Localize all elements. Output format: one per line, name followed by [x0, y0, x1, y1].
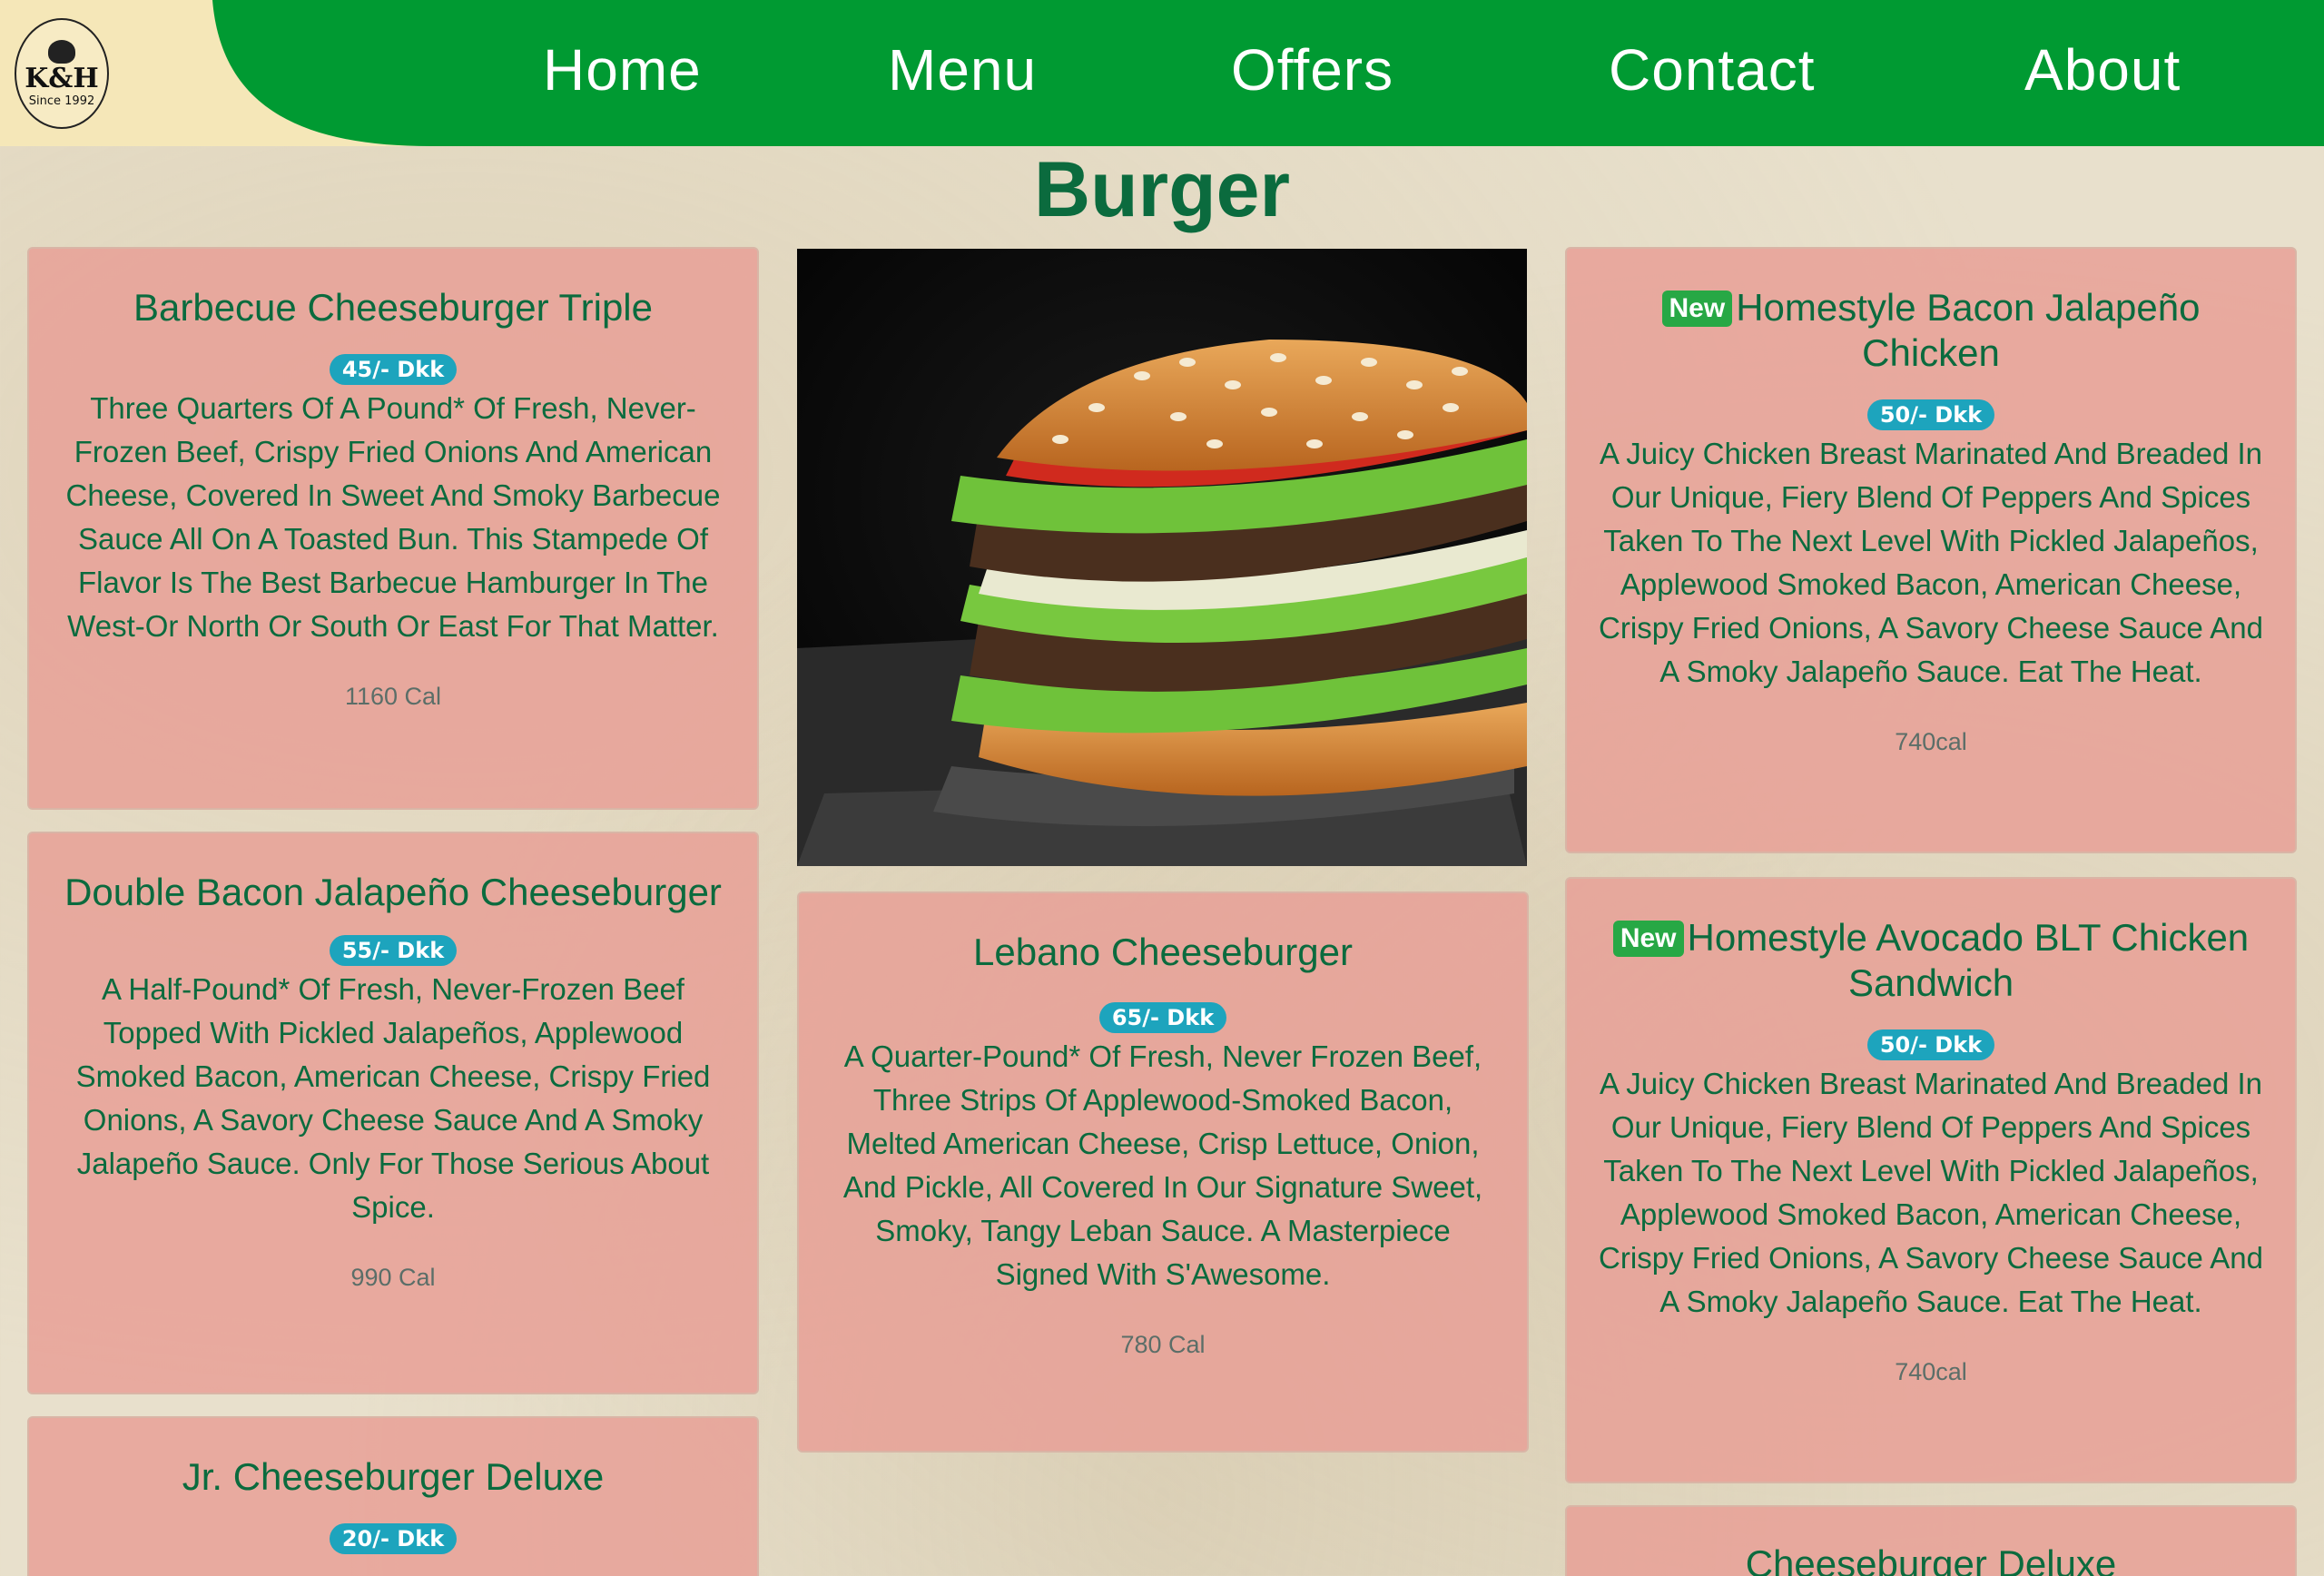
calorie-count: 1160 Cal — [344, 683, 442, 710]
price-badge: 50/- Dkk — [1866, 1029, 1995, 1060]
new-badge: New — [1661, 291, 1733, 327]
menu-card-lebano-cheeseburger[interactable]: Lebano Cheeseburger 65/- Dkk A Quarter-P… — [797, 891, 1529, 1453]
card-title: Double Bacon Jalapeño Cheeseburger — [64, 871, 722, 913]
menu-card-cheeseburger-deluxe[interactable]: Cheeseburger Deluxe — [1565, 1505, 2297, 1576]
burger-photo — [797, 249, 1527, 866]
site-logo[interactable]: K&H Since 1992 — [15, 18, 109, 129]
card-title: Lebano Cheeseburger — [973, 931, 1353, 973]
price-badge: 50/- Dkk — [1866, 399, 1995, 430]
card-title-text: Homestyle Avocado BLT Chicken Sandwich — [1687, 916, 2250, 1004]
nav-contact[interactable]: Contact — [1609, 36, 1816, 103]
card-title: New Homestyle Bacon Jalapeño Chicken — [1598, 285, 2264, 376]
nav-menu[interactable]: Menu — [888, 36, 1037, 103]
menu-card-homestyle-avocado-blt[interactable]: New Homestyle Avocado BLT Chicken Sandwic… — [1565, 877, 2297, 1483]
card-description: A Juicy Chicken Breast Marinated And Bre… — [1599, 1067, 2263, 1318]
card-title: Jr. Cheeseburger Deluxe — [182, 1455, 605, 1498]
burger-image — [797, 249, 1527, 866]
logo-since: Since 1992 — [28, 94, 95, 108]
price-badge: 55/- Dkk — [329, 935, 458, 966]
card-title: New Homestyle Avocado BLT Chicken Sandwic… — [1598, 915, 2264, 1006]
menu-card-homestyle-bacon-jalapeno-chicken[interactable]: New Homestyle Bacon Jalapeño Chicken 50/-… — [1565, 247, 2297, 853]
nav-home[interactable]: Home — [543, 36, 702, 103]
card-title: Cheeseburger Deluxe — [1745, 1542, 2117, 1576]
menu-card-double-bacon-jalapeno[interactable]: Double Bacon Jalapeño Cheeseburger 55/- … — [27, 832, 759, 1394]
card-description: Three Quarters Of A Pound* Of Fresh, Nev… — [65, 391, 721, 643]
menu-card-barbecue-cheeseburger-triple[interactable]: Barbecue Cheeseburger Triple 45/- Dkk Th… — [27, 247, 759, 810]
logo-brand: K&H — [25, 62, 99, 94]
card-description: A Quarter-Pound* Of Fresh, Never Frozen … — [842, 1039, 1483, 1291]
nav-offers[interactable]: Offers — [1231, 36, 1393, 103]
card-title: Barbecue Cheeseburger Triple — [133, 286, 653, 329]
card-description: A Juicy Chicken Breast Marinated And Bre… — [1599, 437, 2263, 688]
calorie-count: 740cal — [1895, 1358, 1967, 1385]
page-title: Burger — [1034, 146, 1290, 233]
card-description: A Half-Pound* Of Fresh, Never-Frozen Bee… — [75, 972, 711, 1224]
price-badge: 20/- Dkk — [329, 1523, 458, 1554]
menu-card-jr-cheeseburger-deluxe[interactable]: Jr. Cheeseburger Deluxe 20/- Dkk — [27, 1416, 759, 1576]
nav-about[interactable]: About — [2024, 36, 2181, 103]
calorie-count: 990 Cal — [350, 1264, 436, 1291]
site-header: K&H Since 1992 Home Menu Offers Contact … — [0, 0, 2324, 146]
calorie-count: 780 Cal — [1120, 1331, 1206, 1358]
calorie-count: 740cal — [1895, 728, 1967, 755]
price-badge: 65/- Dkk — [1098, 1002, 1227, 1033]
new-badge: New — [1612, 921, 1684, 957]
price-badge: 45/- Dkk — [329, 354, 458, 385]
card-title-text: Homestyle Bacon Jalapeño Chicken — [1736, 286, 2201, 374]
lion-icon — [48, 39, 75, 64]
